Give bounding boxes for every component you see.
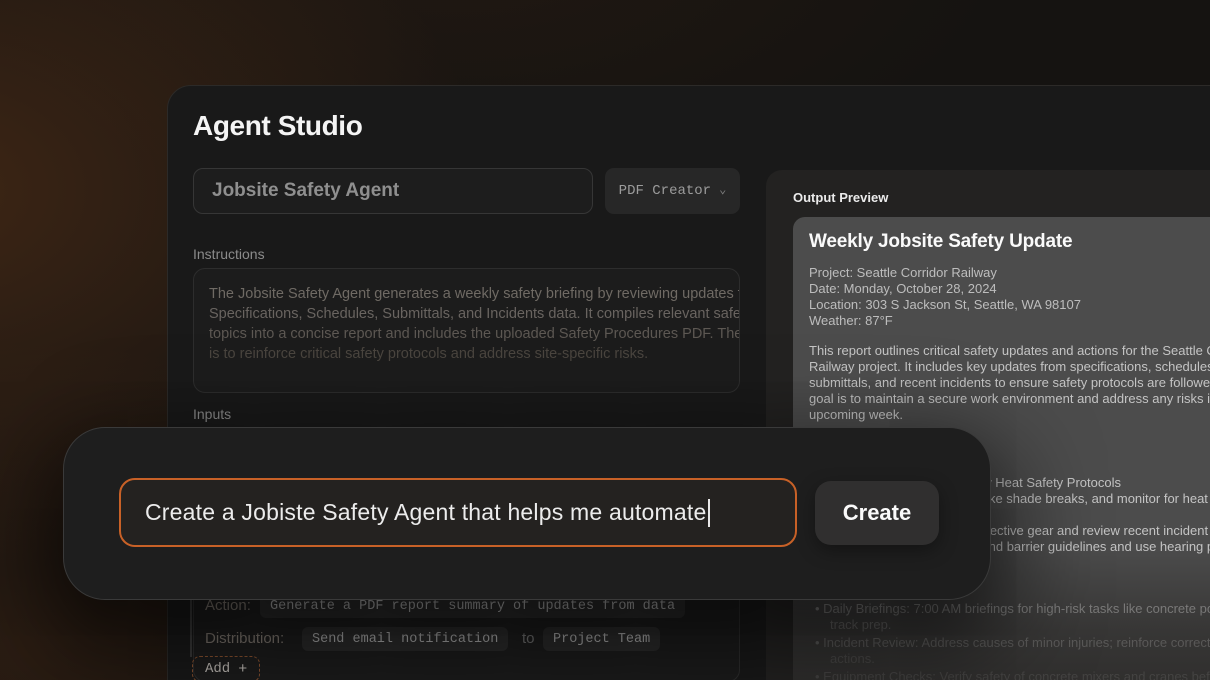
text-cursor	[708, 499, 710, 527]
report-text-line: Railway project. It includes key updates…	[809, 359, 1210, 374]
agent-type-dropdown[interactable]: PDF Creator ⌄	[605, 168, 740, 214]
output-preview-label: Output Preview	[793, 190, 888, 205]
report-text-line: This report outlines critical safety upd…	[809, 343, 1210, 358]
distribution-connector-word: to	[522, 630, 535, 647]
report-text-line: goal is to maintain a secure work enviro…	[809, 391, 1210, 406]
distribution-label: Distribution:	[205, 630, 284, 647]
report-text-line: Weather: 87°F	[809, 313, 893, 328]
report-text-line: Project: Seattle Corridor Railway	[809, 265, 997, 280]
report-text-line: submittals, and recent incidents to ensu…	[809, 375, 1210, 390]
instructions-text-line: topics into a concise report and include…	[209, 324, 724, 344]
instructions-text-line: Specifications, Schedules, Submittals, a…	[209, 304, 724, 324]
report-text-line: • Incident Review: Address causes of min…	[815, 635, 1210, 650]
create-button[interactable]: Create	[815, 481, 939, 545]
agent-type-value: PDF Creator	[619, 183, 711, 199]
add-step-button[interactable]: Add +	[192, 656, 260, 680]
instructions-label: Instructions	[193, 246, 265, 262]
agent-name-input[interactable]	[193, 168, 593, 214]
report-text-line: • Equipment Checks: Verify safety of con…	[815, 669, 1210, 680]
report-text-line: upcoming week.	[809, 407, 903, 422]
create-agent-dialog: Create a Jobiste Safety Agent that helps…	[63, 427, 991, 600]
report-text-line: Location: 303 S Jackson St, Seattle, WA …	[809, 297, 1081, 312]
prompt-input-value: Create a Jobiste Safety Agent that helps…	[145, 499, 706, 526]
add-step-label: Add	[205, 661, 230, 677]
instructions-text-line: The Jobsite Safety Agent generates a wee…	[209, 284, 724, 304]
report-text-line: track prep.	[830, 617, 891, 632]
instructions-text-line: is to reinforce critical safety protocol…	[209, 344, 724, 364]
report-text-line: Date: Monday, October 28, 2024	[809, 281, 997, 296]
report-text-line: Weekly Jobsite Safety Update	[809, 231, 1072, 253]
report-text-line: actions.	[830, 651, 875, 666]
report-text-line: • Daily Briefings: 7:00 AM briefings for…	[815, 601, 1210, 616]
inputs-label: Inputs	[193, 406, 231, 422]
distribution-chip[interactable]: Send email notification	[302, 627, 508, 651]
distribution-target-chip[interactable]: Project Team	[543, 627, 660, 651]
instructions-textarea[interactable]: The Jobsite Safety Agent generates a wee…	[193, 268, 740, 393]
plus-icon: +	[238, 661, 247, 678]
agent-studio-screen: Agent Studio PDF Creator ⌄ Instructions …	[0, 0, 1210, 680]
chevron-down-icon: ⌄	[719, 182, 726, 197]
prompt-input[interactable]: Create a Jobiste Safety Agent that helps…	[119, 478, 797, 547]
page-title: Agent Studio	[193, 110, 362, 142]
